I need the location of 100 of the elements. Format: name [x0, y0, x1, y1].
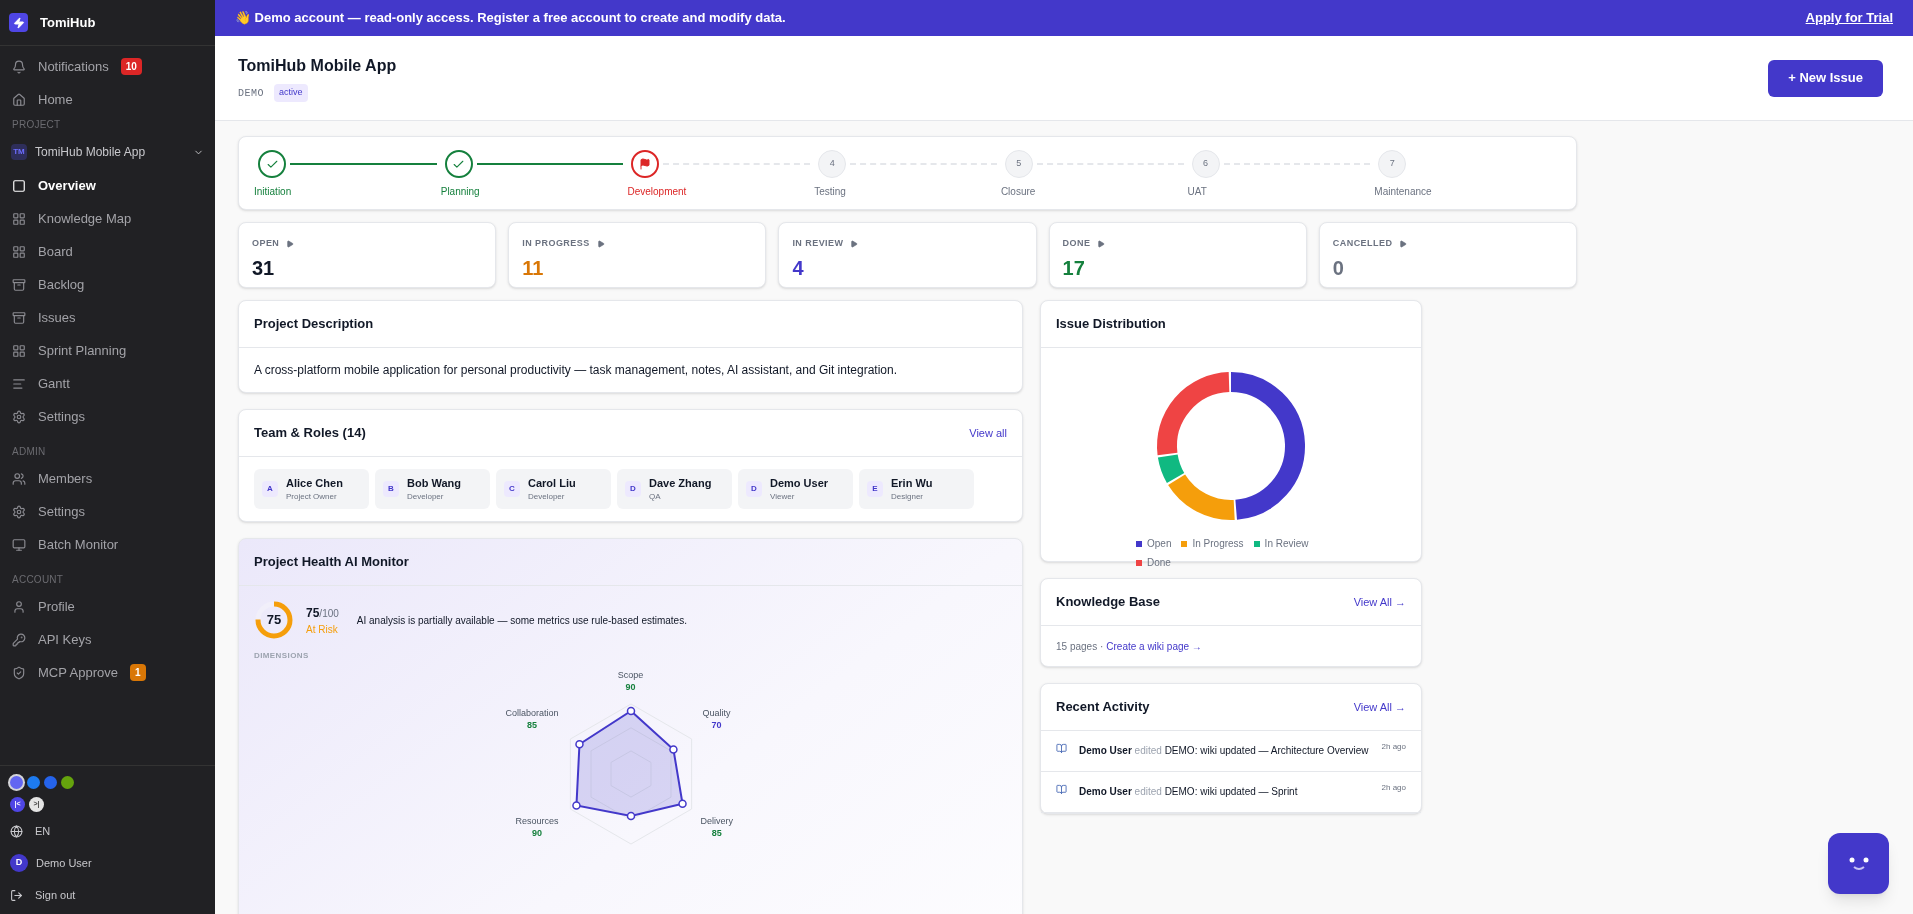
card-title: Team & Roles (14)	[254, 424, 366, 443]
member-role: Developer	[407, 491, 445, 504]
member-avatar: D	[746, 481, 762, 497]
member-name: Demo User	[770, 475, 829, 491]
activity-text: Demo User edited DEMO: wiki updated — Sprint	[1079, 785, 1299, 799]
nav-item[interactable]: Profile	[0, 593, 215, 620]
card-title: Project Description	[254, 315, 374, 334]
card-title: Issue Distribution	[1056, 315, 1166, 334]
member-name: Bob Wang	[407, 475, 461, 491]
member-name: Erin Wu	[891, 475, 933, 491]
theme-swatch[interactable]	[10, 776, 23, 789]
member-name: Carol Liu	[528, 475, 576, 491]
count-badge: 10	[120, 58, 142, 75]
view-all-link[interactable]: View All →	[1353, 593, 1406, 611]
phase-step-marker: 4	[818, 150, 847, 178]
flag-icon	[639, 158, 652, 170]
nav-item[interactable]: Issues	[0, 304, 215, 331]
view-all-link[interactable]: View all	[969, 424, 1007, 442]
nav-item[interactable]: MCP Approve 1	[0, 659, 215, 686]
stat-value: 11	[522, 255, 545, 281]
settings-icon	[12, 409, 26, 424]
people-icon	[12, 471, 26, 486]
stat-label: IN PROGRESS	[522, 237, 590, 250]
user-name: Demo User	[36, 855, 92, 871]
member-chip[interactable]: E Erin Wu Designer	[859, 469, 974, 509]
apply-trial-link[interactable]: Apply for Trial	[1805, 8, 1893, 28]
project-avatar: TM	[11, 144, 27, 160]
square-icon	[12, 178, 26, 193]
nav-item[interactable]: Sprint Planning	[0, 337, 215, 364]
dimension-score: 70	[711, 719, 722, 731]
box-icon	[12, 277, 26, 292]
member-role: Designer	[891, 491, 924, 504]
nav-item[interactable]: Settings	[0, 498, 215, 525]
stat-label: IN REVIEW	[792, 237, 844, 250]
risk-status: At Risk	[306, 622, 339, 637]
member-chip[interactable]: D Demo User Viewer	[738, 469, 853, 509]
member-role: Project Owner	[286, 491, 338, 504]
nav-item[interactable]: Members	[0, 465, 215, 492]
phase-step-label: Maintenance	[1374, 185, 1432, 199]
nav-item[interactable]: Knowledge Map	[0, 205, 215, 232]
dimension-score: 85	[526, 719, 537, 731]
member-avatar: D	[625, 481, 641, 497]
theme-swatch[interactable]	[27, 776, 40, 789]
stat-value: 0	[1332, 255, 1345, 281]
section-label: PROJECT	[11, 118, 62, 132]
nav-item[interactable]: Batch Monitor	[0, 531, 215, 558]
legend-label: Open	[1147, 537, 1172, 551]
theme-swatch[interactable]	[44, 776, 57, 789]
play-icon	[850, 239, 859, 248]
page-title: TomiHub Mobile App	[238, 56, 397, 77]
dimension-score: 90	[625, 681, 636, 693]
new-issue-button[interactable]: + New Issue	[1768, 59, 1883, 97]
nav-item[interactable]: Overview	[0, 172, 215, 199]
dimension-label: Collaboration	[505, 707, 559, 719]
project-selector[interactable]: TM TomiHub Mobile App	[0, 138, 215, 166]
description-text: A cross-platform mobile application for personal productivity — task management, notes, AI assistant, and Git integration.	[254, 362, 897, 379]
assistant-button[interactable]	[1828, 833, 1889, 894]
radar-point	[571, 801, 581, 810]
member-role: Developer	[528, 491, 566, 504]
nav-item[interactable]: Gantt	[0, 370, 215, 397]
stat-value: 17	[1062, 255, 1086, 281]
book-icon	[1056, 743, 1067, 754]
member-avatar: A	[262, 481, 278, 497]
settings-icon	[12, 504, 26, 519]
phase-step-marker: 7	[1378, 150, 1407, 178]
language-menu[interactable]: EN	[10, 820, 205, 842]
member-chip[interactable]: D Dave Zhang QA	[617, 469, 732, 509]
monitor-icon	[12, 537, 26, 552]
phase-step-label: UAT	[1187, 185, 1207, 199]
shield-icon	[12, 665, 26, 680]
theme-swatch[interactable]	[61, 776, 74, 789]
radar-point	[574, 740, 584, 749]
member-chip[interactable]: B Bob Wang Developer	[375, 469, 490, 509]
stat-label: DONE	[1062, 237, 1091, 250]
legend-label: In Review	[1264, 537, 1309, 551]
nav-item[interactable]: Backlog	[0, 271, 215, 298]
globe-icon	[10, 824, 23, 838]
phase-step-label: Closure	[1000, 185, 1036, 199]
person-icon	[12, 599, 26, 614]
nav-item[interactable]: Settings	[0, 403, 215, 430]
status-tag: active	[274, 84, 308, 102]
nav-item[interactable]: API Keys	[0, 626, 215, 653]
nav-item[interactable]: Home	[0, 86, 215, 113]
nav-item[interactable]: Board	[0, 238, 215, 265]
member-chip[interactable]: C Carol Liu Developer	[496, 469, 611, 509]
ai-note: AI analysis is partially available — some metrics use rule-based estimates.	[356, 613, 687, 628]
member-chip[interactable]: A Alice Chen Project Owner	[254, 469, 369, 509]
create-wiki-link[interactable]: Create a wiki page →	[1106, 638, 1202, 654]
sign-out-link[interactable]: Sign out	[10, 884, 205, 906]
dimension-score: 90	[531, 827, 542, 839]
grid-icon	[12, 343, 26, 358]
box-icon	[12, 310, 26, 325]
home-icon	[12, 92, 26, 107]
lines-icon	[12, 376, 26, 391]
book-icon	[1056, 784, 1067, 795]
activity-text: Demo User edited DEMO: wiki updated — Architecture Overview	[1079, 744, 1370, 758]
view-all-link[interactable]: View All →	[1353, 698, 1406, 716]
user-avatar: D	[10, 854, 28, 872]
nav-item[interactable]: Notifications 10	[0, 53, 215, 80]
legend-label: In Progress	[1192, 537, 1244, 551]
